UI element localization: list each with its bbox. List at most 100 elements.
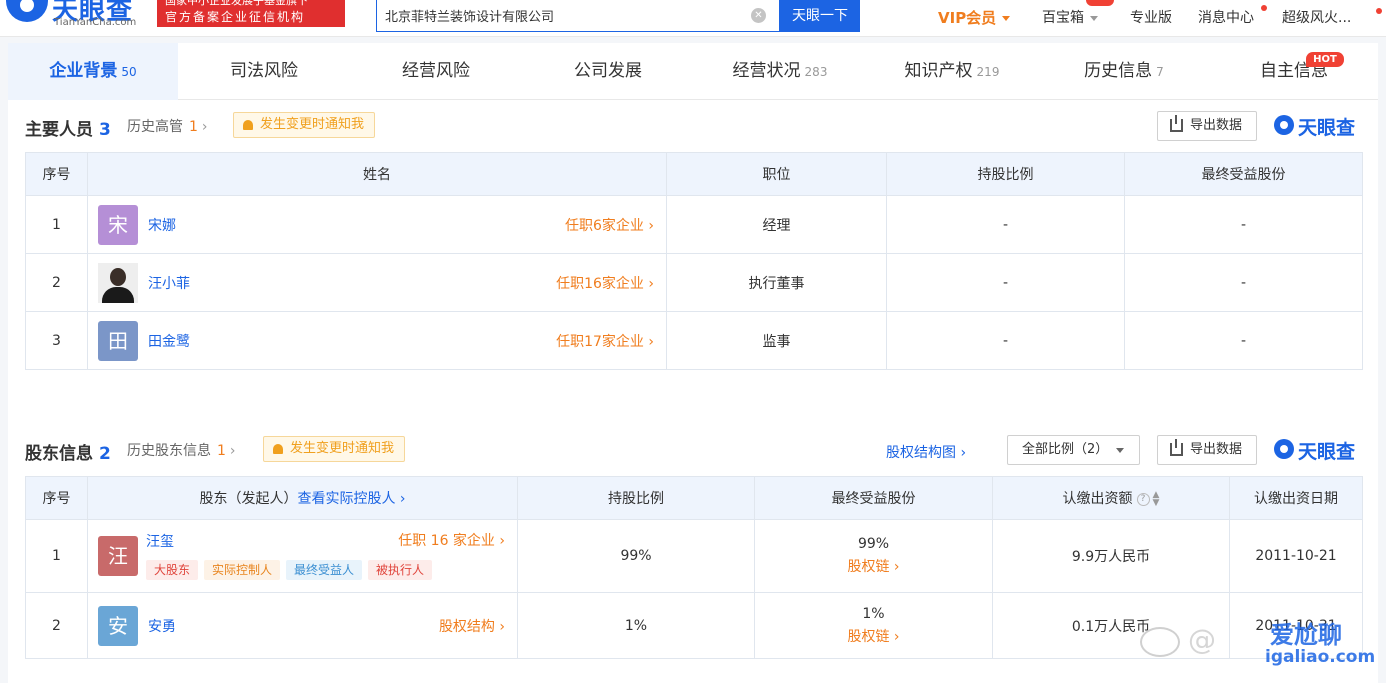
chevron-right-icon: ›	[893, 628, 900, 645]
tab-ip[interactable]: 知识产权 219	[866, 43, 1038, 100]
sort-icon[interactable]: ▲ ▼	[1153, 491, 1160, 508]
chevron-right-icon: ›	[499, 618, 505, 635]
export-label: 导出数据	[1190, 442, 1243, 457]
history-shareholders-count: 1	[217, 443, 226, 459]
nav-toolbox[interactable]: 百宝箱	[1042, 7, 1098, 27]
avatar[interactable]: 田	[98, 320, 138, 361]
tag-actual-controller: 实际控制人	[204, 560, 281, 580]
table-header-row: 序号 股东（发起人）查看实际控股人 › 持股比例 最终受益股份 认缴出资额? ▲ ▼…	[25, 476, 1363, 520]
tab-history[interactable]: 历史信息 7	[1038, 43, 1210, 100]
tab-development[interactable]: 公司发展	[522, 43, 694, 100]
search-input[interactable]	[385, 0, 745, 31]
search-button[interactable]: 天眼一下	[780, 0, 860, 32]
benefit-cell: -	[1124, 311, 1363, 370]
positions-link[interactable]: 任职 16 家企业 ›	[398, 530, 505, 550]
eye-logo-icon	[1274, 115, 1294, 135]
nav-pro[interactable]: 专业版	[1130, 7, 1172, 27]
tianyancha-brand: 天眼查	[1274, 437, 1355, 463]
shareholder-name-link[interactable]: 汪玺	[146, 531, 174, 551]
tab-operating-risk[interactable]: 经营风险	[350, 43, 522, 100]
view-controller-link[interactable]: 查看实际控股人 ›	[297, 491, 405, 507]
chevron-down-icon	[1116, 448, 1124, 453]
banner-top-text: 国家中小企业发展子基金旗下	[165, 0, 308, 7]
history-executives-link[interactable]: 历史高管 1 ›	[127, 116, 208, 136]
ratio-filter-select[interactable]: 全部比例（2）	[1007, 435, 1140, 465]
person-cell: 宋 宋娜 任职6家企业 ›	[87, 195, 667, 254]
tab-count: 219	[976, 65, 1000, 79]
person-name-link[interactable]: 宋娜	[148, 215, 176, 235]
clear-icon[interactable]: ✕	[751, 8, 766, 23]
avatar[interactable]: 汪	[98, 536, 138, 576]
ratio-cell: 1%	[517, 592, 755, 659]
avatar[interactable]: 宋	[98, 204, 138, 245]
logo-subtext: TianYanCha.com	[54, 17, 137, 28]
toolbox-hot-badge	[1086, 0, 1114, 6]
chevron-down-icon	[1002, 16, 1011, 21]
at-icon: @	[1188, 623, 1216, 656]
row-index: 2	[25, 253, 88, 312]
shareholders-count: 2	[99, 444, 111, 464]
tab-self-info[interactable]: 自主信息	[1210, 43, 1378, 100]
notify-change-button[interactable]: 发生变更时通知我	[233, 112, 376, 138]
tab-operations[interactable]: 经营状况 283	[694, 43, 866, 100]
certification-banner[interactable]: 国家中小企业发展子基金旗下 官方备案企业征信机构	[157, 0, 345, 27]
notify-change-button[interactable]: 发生变更时通知我	[263, 436, 406, 462]
tab-judicial-risk[interactable]: 司法风险	[178, 43, 350, 100]
help-icon[interactable]: ?	[1136, 492, 1150, 506]
person-name-link[interactable]: 汪小菲	[148, 273, 190, 293]
section-tabs: 企业背景 50 司法风险 经营风险 公司发展 经营状况 283 知识产权 219 历史…	[8, 43, 1378, 100]
positions-link[interactable]: 任职16家企业 ›	[556, 273, 654, 293]
row-index: 1	[25, 195, 88, 254]
bell-icon	[243, 120, 253, 130]
shareholder-name-link[interactable]: 安勇	[148, 616, 176, 636]
history-shareholders-link[interactable]: 历史股东信息 1 ›	[127, 440, 236, 460]
site-logo[interactable]: 天眼查 TianYanCha.com	[0, 0, 150, 34]
notify-label: 发生变更时通知我	[290, 441, 395, 456]
positions-link[interactable]: 任职17家企业 ›	[556, 331, 654, 351]
nav-vip[interactable]: VIP会员	[938, 7, 1011, 28]
equity-chain-link[interactable]: 股权链 ›	[755, 626, 992, 646]
personnel-count: 3	[99, 120, 111, 140]
chevron-right-icon: ›	[201, 119, 208, 135]
view-controller-label: 查看实际控股人	[297, 491, 396, 507]
person-photo[interactable]	[98, 262, 138, 303]
nav-vip-label: VIP会员	[938, 9, 997, 27]
table-row: 2 汪小菲 任职16家企业 › 执行董事 - -	[25, 253, 1363, 312]
row-index: 2	[25, 592, 88, 659]
shareholder-tags: 大股东 实际控制人 最终受益人 被执行人	[146, 560, 433, 580]
tab-background[interactable]: 企业背景 50	[8, 43, 178, 100]
ratio-filter-value: 全部比例（2）	[1022, 442, 1109, 457]
nav-messages[interactable]: 消息中心	[1198, 7, 1254, 27]
history-executives-label: 历史高管	[127, 119, 183, 135]
eye-logo-icon	[1274, 439, 1294, 459]
person-cell: 汪小菲 任职16家企业 ›	[87, 253, 667, 312]
nav-user[interactable]: 超级风火...	[1282, 7, 1351, 27]
col-capital[interactable]: 认缴出资额? ▲ ▼	[992, 476, 1230, 520]
row-index: 3	[25, 311, 88, 370]
eye-logo-icon	[6, 0, 48, 22]
col-shareholder: 股东（发起人）查看实际控股人 ›	[87, 476, 518, 520]
benefit-value: 99%	[857, 536, 890, 552]
tag-major-shareholder: 大股东	[146, 560, 199, 580]
history-shareholders-label: 历史股东信息	[127, 443, 211, 459]
chevron-right-icon: ›	[648, 333, 654, 350]
positions-link[interactable]: 任职6家企业 ›	[565, 215, 654, 235]
positions-text: 任职 16 家企业	[398, 533, 495, 549]
ratio-cell: -	[886, 195, 1125, 254]
tag-executed-person[interactable]: 被执行人	[368, 560, 433, 580]
export-data-button[interactable]: 导出数据	[1157, 435, 1257, 465]
export-data-button[interactable]: 导出数据	[1157, 111, 1257, 141]
tab-label: 知识产权	[904, 61, 973, 81]
equity-chain-link[interactable]: 股权链 ›	[755, 556, 992, 576]
equity-structure-link[interactable]: 股权结构 ›	[439, 616, 505, 636]
chevron-down-icon	[1090, 15, 1098, 21]
person-name-link[interactable]: 田金鹭	[148, 331, 190, 351]
table-row: 3 田 田金鹭 任职17家企业 › 监事 - -	[25, 311, 1363, 370]
chevron-right-icon: ›	[648, 275, 654, 292]
chevron-right-icon: ›	[499, 533, 505, 549]
person-cell: 田 田金鹭 任职17家企业 ›	[87, 311, 667, 370]
positions-text: 任职6家企业	[565, 217, 644, 234]
avatar[interactable]: 安	[98, 605, 138, 646]
export-label: 导出数据	[1190, 118, 1243, 133]
equity-structure-link[interactable]: 股权结构图 ›	[886, 442, 966, 462]
